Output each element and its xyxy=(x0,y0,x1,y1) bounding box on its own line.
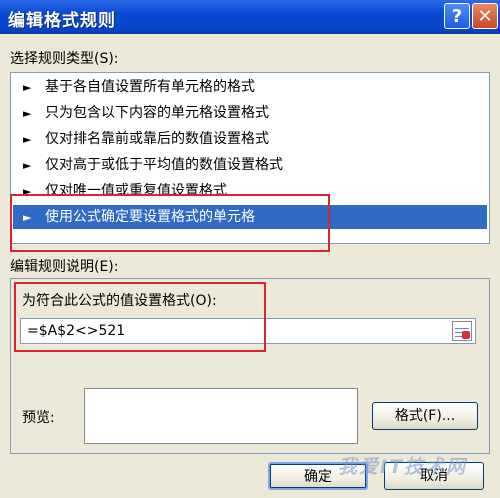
rule-item-label: 仅对排名靠前或靠后的数值设置格式 xyxy=(45,131,269,147)
title-bar: 编辑格式规则 ? ✕ xyxy=(0,0,500,34)
watermark: 我爱IT技术网 xyxy=(338,456,468,478)
arrow-right-icon: ► xyxy=(23,133,32,146)
arrow-right-icon: ► xyxy=(23,159,32,172)
format-button[interactable]: 格式(F)... xyxy=(372,402,478,430)
collapse-dialog-button[interactable] xyxy=(452,321,472,341)
rule-item-label: 基于各自值设置所有单元格的格式 xyxy=(45,79,255,95)
arrow-right-icon: ► xyxy=(23,107,32,120)
help-button[interactable]: ? xyxy=(444,3,470,29)
highlight-box-formula xyxy=(14,282,266,352)
arrow-right-icon: ► xyxy=(23,81,32,94)
rule-item-above-below-average[interactable]: ► 仅对高于或低于平均值的数值设置格式 xyxy=(13,153,487,177)
rule-item-all-cells[interactable]: ► 基于各自值设置所有单元格的格式 xyxy=(13,75,487,99)
preview-label: 预览: xyxy=(22,410,55,426)
format-preview xyxy=(84,388,358,444)
rule-item-top-bottom[interactable]: ► 仅对排名靠前或靠后的数值设置格式 xyxy=(13,127,487,151)
dialog-title: 编辑格式规则 xyxy=(8,11,116,31)
highlight-box-rule xyxy=(10,194,330,252)
close-button[interactable]: ✕ xyxy=(472,3,498,29)
rule-description-label: 编辑规则说明(E): xyxy=(10,259,119,275)
rule-item-label: 只为包含以下内容的单元格设置格式 xyxy=(45,105,269,121)
rule-item-contains[interactable]: ► 只为包含以下内容的单元格设置格式 xyxy=(13,101,487,125)
range-arrow-icon xyxy=(462,331,470,339)
rule-type-label: 选择规则类型(S): xyxy=(10,51,119,67)
rule-item-label: 仅对高于或低于平均值的数值设置格式 xyxy=(45,157,283,173)
